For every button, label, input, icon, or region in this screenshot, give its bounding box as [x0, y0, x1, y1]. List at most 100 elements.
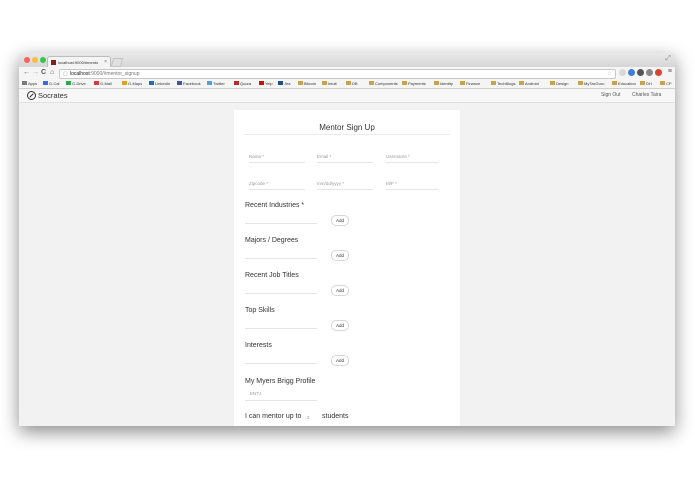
favicon-icon	[51, 60, 56, 65]
bookmark-item[interactable]: G-Mail	[94, 81, 112, 86]
zipcode-field[interactable]: Zipcode *	[249, 179, 305, 190]
job-titles-input[interactable]	[245, 293, 317, 294]
address-bar[interactable]: ▢ localhost:9000/#mentor_signup ☆	[59, 69, 616, 79]
bookmark-folder-icon	[402, 81, 407, 85]
bookmark-label: Facebook	[183, 81, 201, 86]
bookmark-item[interactable]: G-Maps	[122, 81, 142, 86]
bookmark-folder-icon	[207, 81, 212, 85]
email-field[interactable]: Email *	[317, 152, 373, 163]
browser-toolbar: ← → C ⌂ ▢ localhost:9000/#mentor_signup …	[19, 67, 675, 79]
skills-input[interactable]	[245, 328, 317, 329]
sign-out-link[interactable]: Sign Out	[601, 92, 620, 98]
bookmark-item[interactable]: Android	[519, 81, 539, 86]
browser-menu-icon[interactable]: ≡	[668, 68, 672, 75]
bookmark-item[interactable]: TechBlogs	[491, 81, 515, 86]
gender-field[interactable]: M/F *	[386, 179, 438, 190]
bookmark-folder-icon	[612, 81, 617, 85]
close-tab-icon[interactable]: ×	[104, 59, 107, 65]
bookmark-item[interactable]: Components	[369, 81, 398, 86]
bookmark-item[interactable]: Payments	[402, 81, 426, 86]
bookmark-label: Twitter	[213, 81, 225, 86]
bookmark-folder-icon	[22, 81, 27, 85]
browser-window: localhost:9000/#mento × ⤢ ← → C ⌂ ▢ loca…	[19, 53, 675, 426]
bookmark-item[interactable]: Design	[550, 81, 568, 86]
bookmark-star-icon[interactable]: ☆	[608, 70, 612, 78]
back-button[interactable]: ←	[23, 68, 30, 78]
add-interest-button[interactable]: Add	[331, 355, 349, 366]
add-industry-button[interactable]: Add	[331, 215, 349, 226]
bookmark-folder-icon	[43, 81, 48, 85]
add-job-title-button[interactable]: Add	[331, 285, 349, 296]
bookmark-item[interactable]: Education	[612, 81, 636, 86]
compass-logo-icon[interactable]	[27, 91, 36, 100]
birthdate-field[interactable]: mm/dd/yyyy *	[317, 179, 373, 190]
extension-icon[interactable]	[646, 69, 653, 76]
close-window-button[interactable]	[24, 57, 30, 63]
bookmark-folder-icon	[278, 81, 283, 85]
bookmark-item[interactable]: Identity	[434, 81, 453, 86]
bookmark-label: MyTaxGuru	[584, 81, 605, 86]
add-skill-button[interactable]: Add	[331, 320, 349, 331]
bookmark-folder-icon	[298, 81, 303, 85]
majors-input[interactable]	[245, 258, 317, 259]
bookmark-folder-icon	[346, 81, 351, 85]
extension-icon[interactable]	[637, 69, 644, 76]
bookmark-folder-icon	[234, 81, 239, 85]
bookmark-item[interactable]: Apps	[22, 81, 37, 86]
bookmark-folder-icon	[640, 81, 645, 85]
myers-briggs-input[interactable]: ENTJ	[250, 391, 261, 396]
minimize-window-button[interactable]	[32, 57, 38, 63]
forward-button[interactable]: →	[32, 68, 39, 78]
fullscreen-icon[interactable]: ⤢	[665, 55, 671, 63]
bookmark-item[interactable]: Yelp	[259, 81, 273, 86]
section-label-majors: Majors / Degrees	[245, 237, 299, 244]
bookmark-label: DH	[646, 81, 652, 86]
bookmark-label: Finance	[466, 81, 481, 86]
add-major-button[interactable]: Add	[331, 250, 349, 261]
bookmark-label: G-Cal	[49, 81, 60, 86]
address-url: localhost:9000/#mentor_signup	[70, 71, 140, 77]
new-tab-button[interactable]	[110, 58, 124, 67]
bookmark-item[interactable]: LinkedIn	[149, 81, 170, 86]
section-label-skills: Top Skills	[245, 307, 275, 314]
bookmark-item[interactable]: DH	[640, 81, 652, 86]
industries-input[interactable]	[245, 223, 317, 224]
interests-input[interactable]	[245, 363, 317, 364]
bookmark-item[interactable]: Facebook	[177, 81, 201, 86]
username-field[interactable]: Username *	[386, 152, 438, 163]
bookmark-item[interactable]: MyTaxGuru	[578, 81, 604, 86]
bookmark-item[interactable]: G-Drive	[66, 81, 86, 86]
bookmark-item[interactable]: Jira	[278, 81, 290, 86]
bookmark-label: Bitcoin	[304, 81, 317, 86]
bookmark-item[interactable]: CP	[660, 81, 672, 86]
extension-icon[interactable]	[655, 69, 662, 76]
bookmark-item[interactable]: Quora	[234, 81, 251, 86]
bookmark-label: Components	[375, 81, 398, 86]
bookmark-folder-icon	[322, 81, 327, 85]
bookmark-folder-icon	[259, 81, 264, 85]
bookmark-item[interactable]: Twitter	[207, 81, 225, 86]
user-name-link[interactable]: Charles Taira	[632, 92, 661, 98]
bookmark-folder-icon	[66, 81, 71, 85]
name-field[interactable]: Name *	[249, 152, 305, 163]
app-name[interactable]: Socrates	[38, 91, 68, 100]
title-divider	[244, 134, 450, 135]
home-button[interactable]: ⌂	[50, 68, 54, 78]
bookmark-item[interactable]: Intuit	[322, 81, 337, 86]
bookmark-label: Identity	[440, 81, 453, 86]
bookmark-item[interactable]: DB	[346, 81, 358, 86]
extension-icon[interactable]	[619, 69, 626, 76]
bookmarks-bar: Apps G-Cal G-Drive G-Mail G-Maps LinkedIn Face…	[19, 79, 675, 89]
bookmark-folder-icon	[369, 81, 374, 85]
bookmark-item[interactable]: Bitcoin	[298, 81, 316, 86]
mentor-capacity-input[interactable]: 2	[307, 415, 310, 420]
bookmark-label: G-Mail	[100, 81, 112, 86]
zoom-window-button[interactable]	[40, 57, 46, 63]
bookmark-item[interactable]: G-Cal	[43, 81, 59, 86]
bookmark-folder-icon	[149, 81, 154, 85]
extension-icon[interactable]	[628, 69, 635, 76]
reload-button[interactable]: C	[41, 68, 46, 78]
bookmark-item[interactable]: Finance	[460, 81, 480, 86]
myers-briggs-label: My Myers Brigg Profile	[245, 378, 316, 385]
bookmark-folder-icon	[460, 81, 465, 85]
